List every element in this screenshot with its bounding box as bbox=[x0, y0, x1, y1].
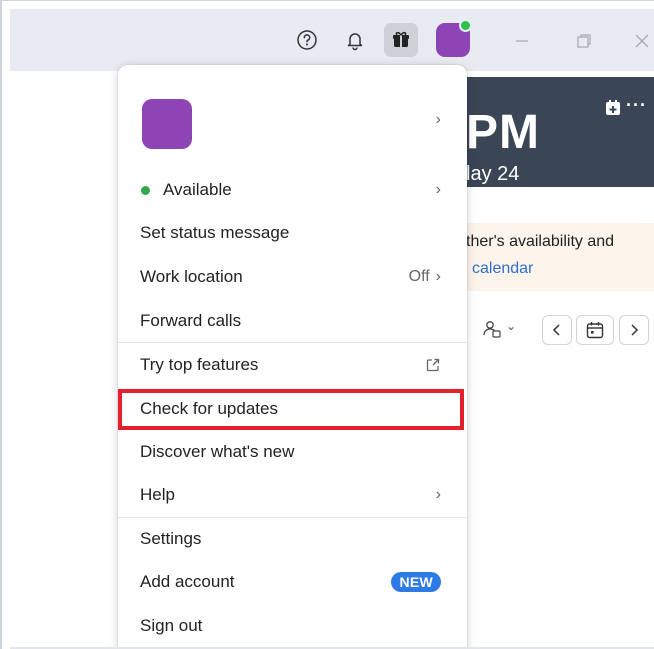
people-icon[interactable] bbox=[482, 319, 502, 344]
check-for-updates-item[interactable]: Check for updates bbox=[118, 387, 467, 431]
chevron-down-icon[interactable]: ⌄ bbox=[506, 319, 516, 333]
settings-item[interactable]: Settings bbox=[118, 517, 467, 561]
status-right: › bbox=[436, 168, 441, 212]
add-account-right: NEW bbox=[391, 560, 441, 604]
add-account-label: Add account bbox=[140, 572, 235, 591]
set-status-label: Set status message bbox=[140, 223, 290, 242]
sign-out-item[interactable]: Sign out bbox=[118, 604, 467, 648]
profile-avatar bbox=[142, 99, 192, 149]
work-location-value: Off bbox=[408, 268, 430, 285]
add-account-item[interactable]: Add account NEW bbox=[118, 560, 467, 604]
minimize-icon[interactable] bbox=[510, 29, 534, 53]
chevron-right-icon: › bbox=[435, 268, 441, 285]
status-label: Available bbox=[163, 180, 232, 199]
chevron-right-icon: › bbox=[435, 181, 441, 198]
check-updates-label: Check for updates bbox=[140, 399, 278, 418]
chevron-right-icon: › bbox=[435, 486, 441, 503]
discover-whats-new-item[interactable]: Discover what's new bbox=[118, 430, 467, 474]
chevron-right-icon: › bbox=[435, 111, 441, 128]
help-item[interactable]: Help › bbox=[118, 473, 467, 517]
hero-date-text: lay 24 bbox=[466, 163, 520, 185]
help-right: › bbox=[436, 473, 441, 517]
try-features-label: Try top features bbox=[140, 355, 259, 374]
status-available-item[interactable]: Available › bbox=[118, 168, 467, 212]
try-top-features-item[interactable]: Try top features bbox=[118, 343, 467, 387]
work-location-item[interactable]: Work location Off › bbox=[118, 255, 467, 299]
profile-menu: › Available › Set status message Work lo… bbox=[118, 65, 467, 649]
availability-banner: ther's availability and calendar bbox=[466, 223, 654, 291]
close-icon[interactable] bbox=[630, 29, 654, 53]
banner-calendar-link[interactable]: calendar bbox=[472, 260, 533, 278]
work-location-right: Off › bbox=[409, 255, 441, 299]
banner-text: ther's availability and bbox=[466, 233, 615, 250]
new-badge: NEW bbox=[391, 572, 441, 592]
work-location-label: Work location bbox=[140, 267, 243, 286]
set-status-message-item[interactable]: Set status message bbox=[118, 211, 467, 255]
settings-label: Settings bbox=[140, 529, 202, 548]
calendar-add-icon[interactable] bbox=[604, 99, 622, 122]
forward-calls-label: Forward calls bbox=[140, 311, 242, 330]
hero-time-text: PM bbox=[466, 106, 540, 159]
title-bar bbox=[10, 9, 654, 71]
calendar-icon bbox=[586, 322, 604, 339]
chevron-right-icon bbox=[631, 324, 639, 336]
time-hero-card: PM lay 24 ··· bbox=[466, 77, 654, 187]
help-circle-icon[interactable] bbox=[290, 23, 324, 57]
restore-icon[interactable] bbox=[572, 29, 596, 53]
app-window: PM lay 24 ··· ther's availability and ca… bbox=[0, 0, 654, 649]
help-label: Help bbox=[140, 485, 175, 504]
discover-label: Discover what's new bbox=[140, 442, 295, 461]
profile-header[interactable]: › bbox=[118, 65, 467, 181]
previous-button[interactable] bbox=[542, 315, 572, 345]
more-options-icon[interactable]: ··· bbox=[626, 95, 647, 116]
forward-calls-item[interactable]: Forward calls bbox=[118, 299, 467, 343]
gift-icon[interactable] bbox=[384, 23, 418, 57]
status-dot-icon bbox=[141, 185, 150, 195]
next-button[interactable] bbox=[619, 315, 649, 345]
calendar-controls: ⌄ bbox=[476, 313, 654, 345]
presence-dot-icon bbox=[459, 19, 472, 32]
left-pane bbox=[10, 71, 118, 649]
try-features-right bbox=[425, 343, 441, 387]
external-link-icon bbox=[426, 358, 440, 372]
bell-icon[interactable] bbox=[338, 23, 372, 57]
today-calendar-button[interactable] bbox=[576, 315, 614, 345]
chevron-left-icon bbox=[552, 324, 560, 336]
sign-out-label: Sign out bbox=[140, 616, 203, 635]
